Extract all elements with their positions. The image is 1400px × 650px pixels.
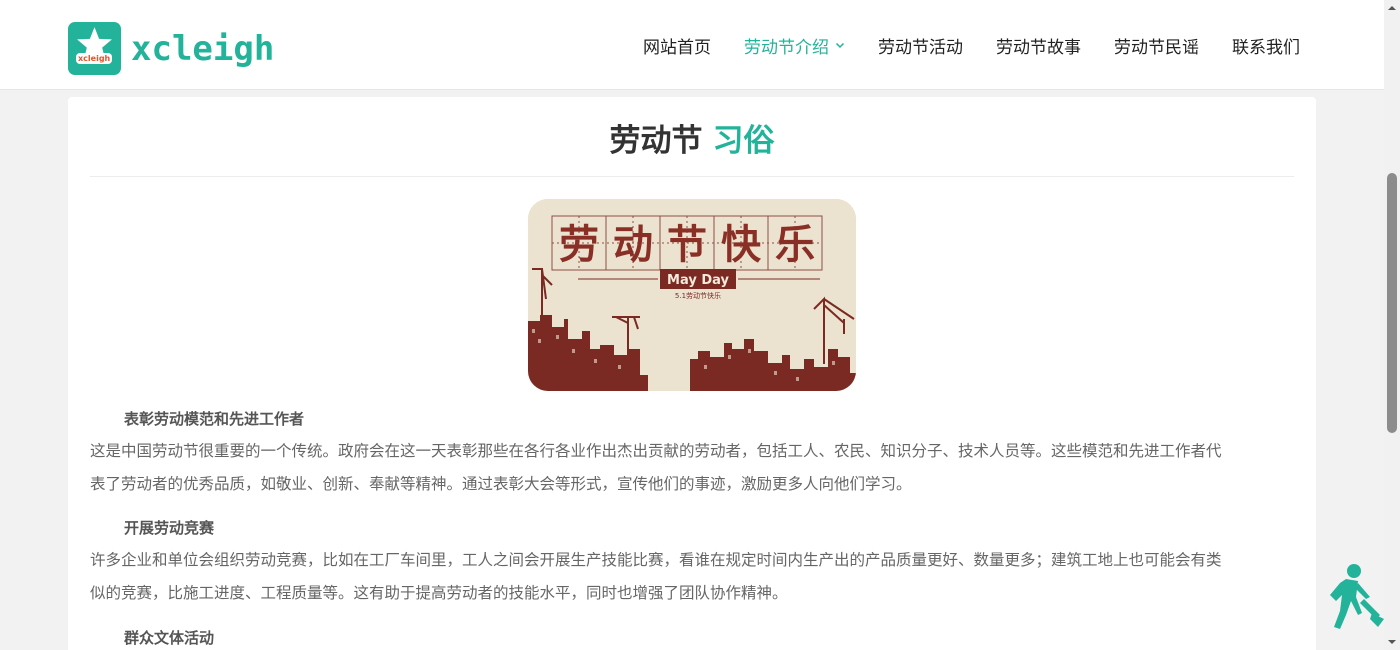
section-paragraph-honor-workers: 这是中国劳动节很重要的一个传统。政府会在这一天表彰那些在各行各业作出杰出贡献的劳… [90,435,1294,501]
paragraph-line: 表了劳动者的优秀品质，如敬业、创新、奉献等精神。通过表彰大会等形式，宣传他们的事… [90,475,912,493]
title-divider [90,176,1294,177]
nav-item-label: 劳动节介绍 [744,37,829,58]
scroll-down-arrow-icon[interactable] [1384,634,1400,650]
hero-char: 乐 [775,222,815,268]
worker-shovel-icon[interactable] [1318,563,1384,631]
hero-char: 劳 [559,222,599,268]
hero-char: 节 [667,222,707,268]
scrollbar-thumb[interactable] [1387,173,1397,433]
nav-item-label: 网站首页 [643,37,711,58]
page-scrollbar[interactable] [1384,0,1400,650]
section-title-labor-competition: 开展劳动竞赛 [124,519,215,537]
paragraph-line: 似的竞赛，比施工进度、工程质量等。这有助于提高劳动者的技能水平，同时也增强了团队… [90,584,788,602]
nav-item-ballads[interactable]: 劳动节民谣 [1114,33,1199,58]
may-day-banner-image: 劳 动 节 快 乐 May Day 5.1劳动节快乐 [528,199,856,391]
logo-wordmark: xcleigh [131,28,275,69]
page-title-accent: 习俗 [712,123,775,159]
scroll-up-arrow-icon[interactable] [1384,0,1400,16]
nav-item-intro[interactable]: 劳动节介绍 [744,33,845,58]
hero-sub-text: 5.1劳动节快乐 [675,291,721,300]
hero-ribbon-text: May Day [667,273,729,288]
paragraph-line: 许多企业和单位会组织劳动竞赛，比如在工厂车间里，工人之间会开展生产技能比赛，看谁… [90,551,1222,569]
logo-badge-text: xcleigh [76,53,113,64]
chevron-down-icon [835,42,845,49]
paragraph-line: 这是中国劳动节很重要的一个传统。政府会在这一天表彰那些在各行各业作出杰出贡献的劳… [90,442,1222,460]
section-paragraph-labor-competition: 许多企业和单位会组织劳动竞赛，比如在工厂车间里，工人之间会开展生产技能比赛，看谁… [90,544,1294,610]
page-title: 劳动节 习俗 [68,115,1316,160]
hero-char: 快 [721,222,762,268]
nav-item-label: 劳动节民谣 [1114,37,1199,58]
nav-item-home[interactable]: 网站首页 [643,33,711,58]
logo-star-icon: xcleigh [68,22,121,75]
section-title-mass-activities: 群众文体活动 [124,629,215,647]
nav-item-contact[interactable]: 联系我们 [1232,33,1300,58]
nav-item-activities[interactable]: 劳动节活动 [878,33,963,58]
nav-item-label: 联系我们 [1232,37,1300,58]
nav-item-label: 劳动节活动 [878,37,963,58]
content-card: 劳动节 习俗 劳 动 节 快 乐 May Day 5.1劳动节快乐 表彰劳动模范… [68,97,1316,650]
site-logo[interactable]: xcleigh xcleigh [68,22,274,75]
nav-item-stories[interactable]: 劳动节故事 [996,33,1081,58]
hero-char: 动 [613,222,653,268]
page-title-main: 劳动节 [609,123,703,159]
section-title-honor-workers: 表彰劳动模范和先进工作者 [124,410,305,428]
main-nav: 网站首页 劳动节介绍 劳动节活动 劳动节故事 劳动节民谣 联系我们 [610,0,1300,90]
site-header: xcleigh xcleigh 网站首页 劳动节介绍 劳动节活动 劳动节故事 劳… [0,0,1400,90]
nav-item-label: 劳动节故事 [996,37,1081,58]
